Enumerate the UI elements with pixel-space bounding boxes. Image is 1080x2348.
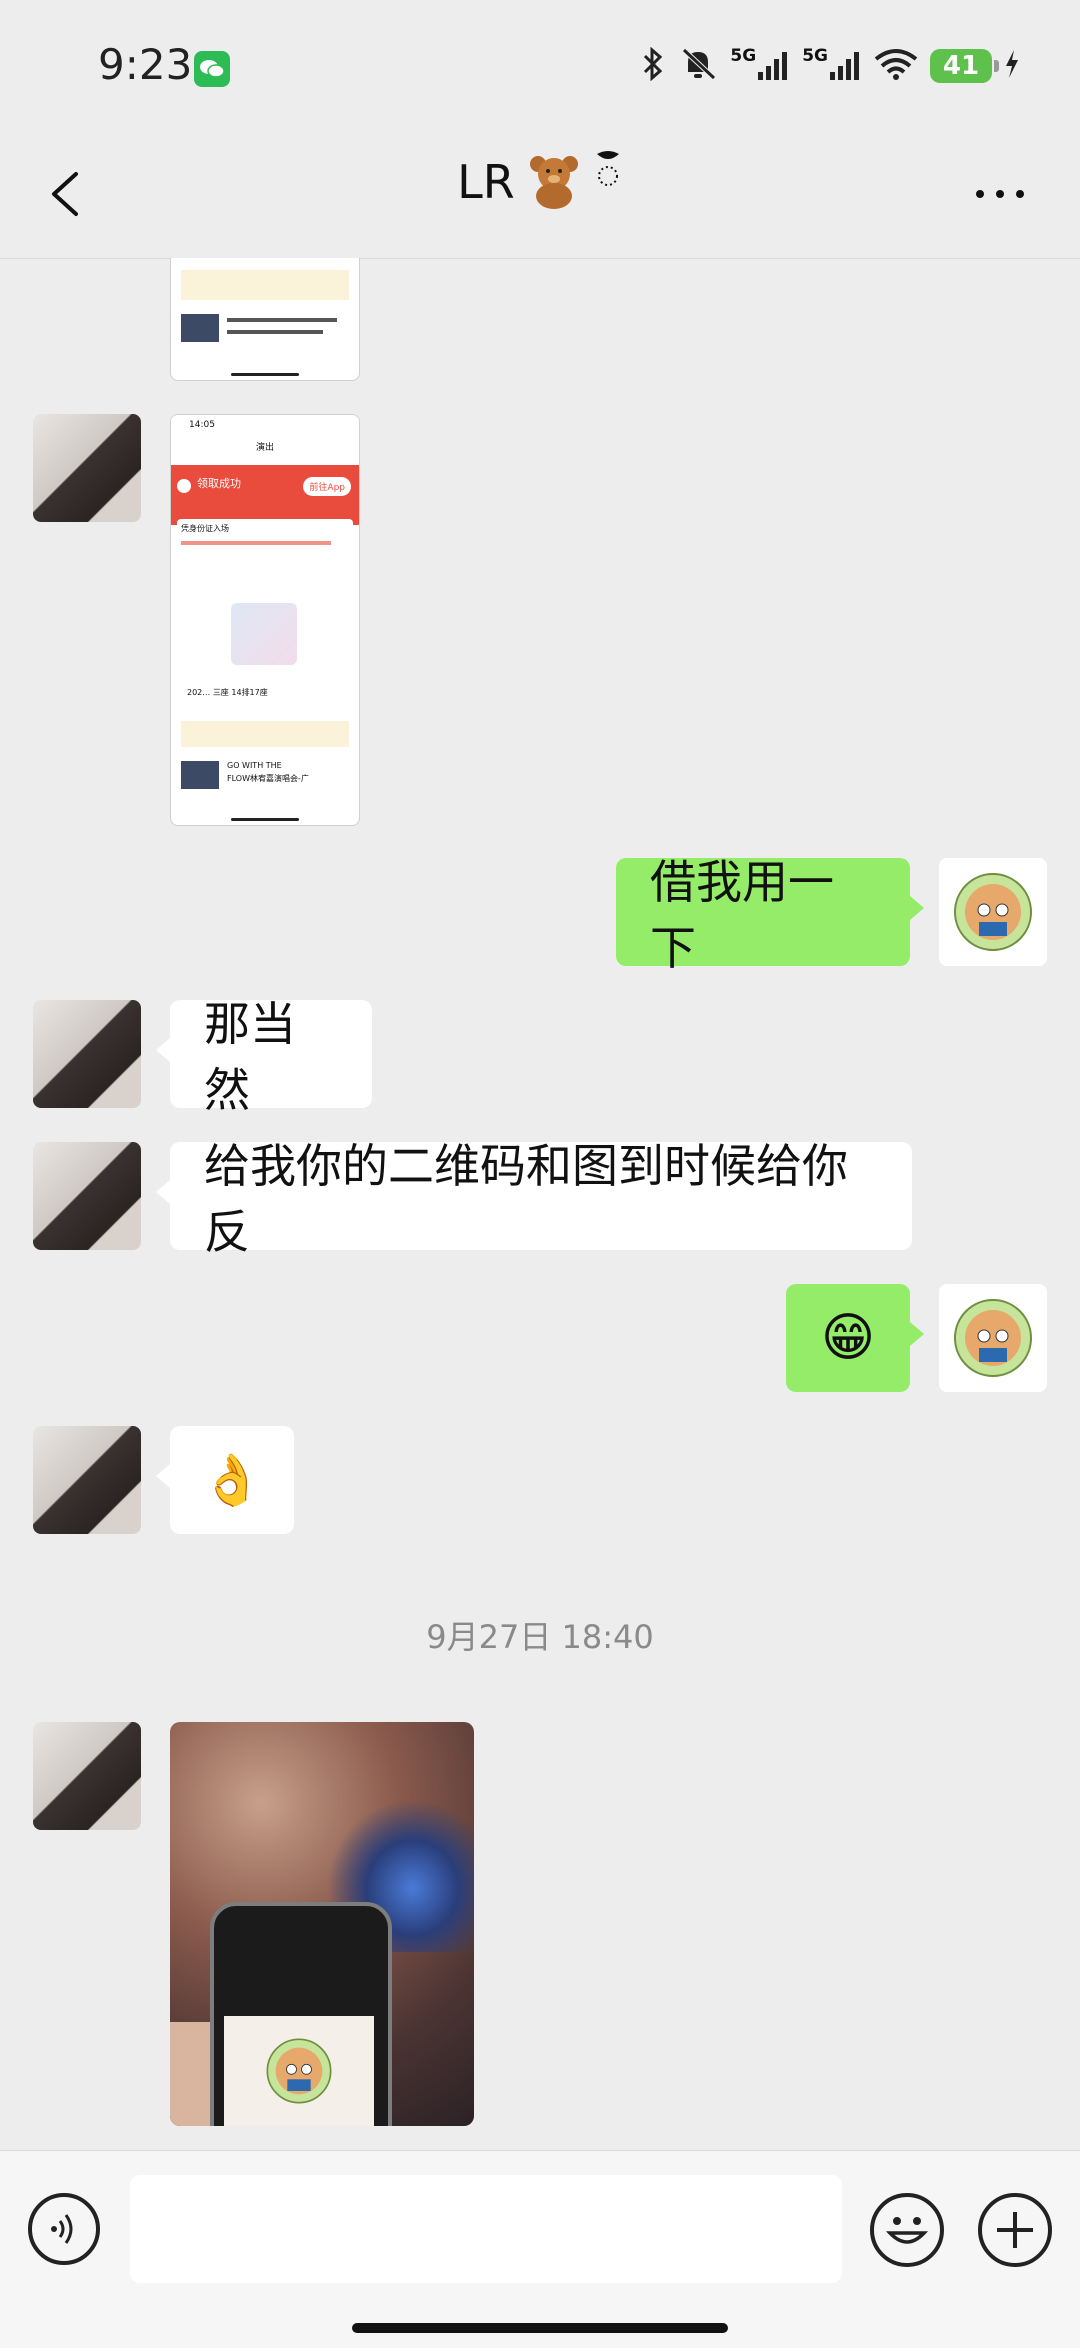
cartoon-cat-sticker-icon <box>954 873 1032 951</box>
mini-status-bar: 14:05 <box>171 415 359 437</box>
screenshot-message[interactable]: 14:05 演出 领取成功 前往App 凭身份证入场 202… 三座 14排17… <box>170 414 360 826</box>
smiley-icon <box>885 2217 929 2244</box>
message-timestamp: 9月27日 18:40 <box>426 1618 654 1656</box>
chat-header: LR <box>0 130 1080 259</box>
mini-ticket: 202… 三座 14排17座 <box>177 567 353 717</box>
mute-icon <box>678 46 718 86</box>
bluetooth-icon <box>640 46 666 85</box>
input-bar <box>0 2150 1080 2348</box>
contact-avatar[interactable] <box>33 1142 141 1250</box>
charging-icon <box>1004 49 1020 83</box>
show-thumbnail <box>181 314 219 342</box>
more-functions-button[interactable] <box>978 2193 1052 2267</box>
ok-hand-emoji-icon: 👌 <box>200 1450 264 1509</box>
mini-notice-strip <box>181 721 349 747</box>
contact-avatar[interactable] <box>33 414 141 522</box>
home-bar-mini <box>231 373 299 376</box>
received-message-bubble[interactable]: 那当然 <box>156 997 372 1117</box>
cartoon-cat-sticker-icon <box>266 2038 332 2104</box>
my-avatar[interactable] <box>939 1284 1047 1392</box>
plus-icon <box>997 2212 1033 2248</box>
status-time: 9:23 <box>98 40 193 89</box>
received-emoji-bubble[interactable]: 👌 <box>156 1426 294 1534</box>
signal-5g-icon-1: 5G <box>730 46 790 82</box>
mini-success-banner: 领取成功 前往App <box>171 465 359 525</box>
contact-avatar[interactable] <box>33 1426 141 1534</box>
mini-ticket-card <box>231 603 297 665</box>
battery-indicator: 41 <box>930 49 999 83</box>
notice-strip <box>181 270 349 300</box>
sticker-card <box>224 2016 374 2126</box>
mini-show-thumbnail <box>181 761 219 789</box>
message-input[interactable] <box>130 2175 842 2283</box>
screenshot-message[interactable] <box>170 258 360 381</box>
home-indicator <box>352 2323 728 2333</box>
cartoon-cat-sticker-icon <box>954 1299 1032 1377</box>
mini-show-row: GO WITH THE FLOW林宥嘉演唱会-广 <box>181 759 349 793</box>
show-row <box>181 312 349 346</box>
hand-in-photo <box>170 2022 210 2126</box>
grinning-emoji-icon: 😁 <box>820 1308 876 1368</box>
photo-message[interactable] <box>170 1722 474 2126</box>
show-text-lines <box>227 318 337 322</box>
wifi-icon <box>874 47 918 85</box>
more-dots-icon <box>976 190 1024 198</box>
chat-title: LR <box>457 155 515 209</box>
emoji-button[interactable] <box>870 2193 944 2267</box>
sent-message-bubble[interactable]: 借我用一下 <box>616 855 924 975</box>
sent-emoji-bubble[interactable]: 😁 <box>786 1284 924 1392</box>
message-text: 给我你的二维码和图到时候给你反 <box>204 1139 848 1259</box>
mini-open-app-button: 前往App <box>303 477 351 496</box>
mini-card: 凭身份证入场 <box>177 519 353 559</box>
home-bar-mini <box>231 818 299 821</box>
signal-5g-icon-2: 5G <box>802 46 862 82</box>
wechat-notification-icon <box>194 51 230 87</box>
my-avatar[interactable] <box>939 858 1047 966</box>
contact-avatar[interactable] <box>33 1000 141 1108</box>
received-message-bubble[interactable]: 给我你的二维码和图到时候给你反 <box>156 1139 912 1259</box>
phone-in-photo <box>210 1902 392 2126</box>
contact-avatar[interactable] <box>33 1722 141 1830</box>
voice-wave-icon <box>51 2214 73 2244</box>
more-button[interactable] <box>970 174 1030 214</box>
sparkle-icon <box>593 150 623 198</box>
status-icons: 5G 5G 41 <box>640 44 1020 88</box>
mini-title-bar: 演出 <box>171 437 359 467</box>
teddy-bear-icon <box>524 150 584 214</box>
message-text: 那当然 <box>204 997 296 1117</box>
voice-input-button[interactable] <box>28 2193 100 2265</box>
message-text: 借我用一下 <box>650 855 834 975</box>
status-bar: 9:23 5G 5G 41 <box>0 0 1080 130</box>
